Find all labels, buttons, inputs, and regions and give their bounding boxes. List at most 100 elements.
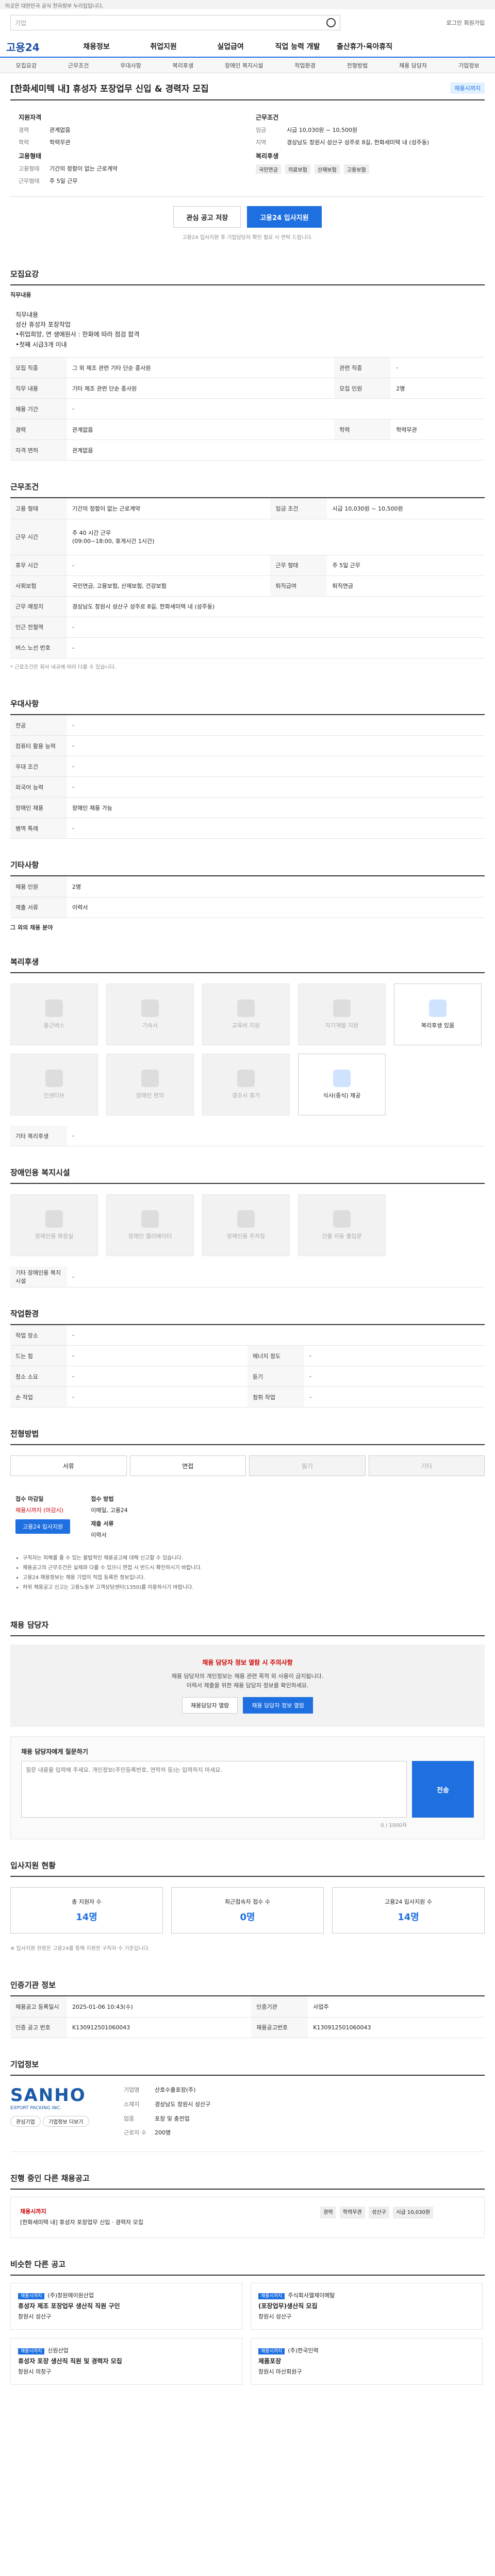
related-job[interactable]: 채용시까지 [한화세미텍 내] 휴성자 포장업무 신입 · 경력자 모집 경력 … [10, 2197, 485, 2238]
process-step: 기타 [368, 1455, 485, 1477]
cell-header: 듣기 [248, 1366, 304, 1387]
facility-label: 장애인용 주차장 [226, 1233, 266, 1240]
summary-heading: 지원자격 [19, 114, 42, 121]
site-logo[interactable]: 고용24 [6, 39, 63, 54]
table-row: 휴무 시간 - 근무 형태 주 5일 근무 [10, 555, 485, 576]
hrinfo-section: 인증기관 정보 채용공고 등록일시 2025-01-06 10:43(수) 인증기관… [10, 1979, 485, 2038]
stat-card: 고용24 입사지원 수 14명 [332, 1887, 485, 1934]
process-notes: 구직자는 피해를 줄 수 있는 불법적인 채용공고에 대해 신고할 수 있습니다… [10, 1547, 485, 1599]
apply-button[interactable]: 고용24 입사지원 [247, 206, 322, 228]
welfare-item: 기숙사 [106, 983, 194, 1045]
card-title[interactable]: 휴성자 제조 포장업무 생산직 직원 구인 [18, 2301, 235, 2312]
similar-job-card[interactable]: 채용시까지 (주)한국인력 제품포장 창원시 마산회원구 [251, 2338, 483, 2385]
info-label: 제출 서류 [91, 1520, 114, 1528]
door-icon [333, 1210, 351, 1228]
anchor-link[interactable]: 채용 담당자 [399, 61, 427, 70]
cell-header: 손 작업 [10, 1386, 67, 1408]
anchor-link[interactable]: 복리후생 [173, 61, 193, 70]
table-row: 경력 관계없음 학력 학력무관 [10, 419, 485, 440]
contact-view-button[interactable]: 채용담당자 열람 [182, 1697, 238, 1714]
scrap-button[interactable]: 관심 공고 저장 [173, 206, 241, 228]
cell-value: K130912501060043 [308, 2017, 485, 2038]
qa-textarea[interactable] [21, 1761, 407, 1818]
cell-value: - [67, 637, 485, 658]
anchor-link[interactable]: 근무조건 [68, 61, 89, 70]
disability-section: 장애인용 복지시설 장애인용 화장실 장애인 엘리베이터 장애인용 주차장 건물… [10, 1167, 485, 1287]
gnb-item[interactable]: 직업 능력 개발 [264, 41, 331, 52]
related-status: 채용시까지 [20, 2208, 46, 2215]
conditions-section: 근무조건 고용 형태 기간의 정함이 없는 근로계약 임금 조건 시급 10,030원… [10, 481, 485, 677]
job-titlebar: [한화세미텍 내] 휴성자 포장업무 신입 & 경력자 모집 채용시까지 [10, 73, 485, 100]
cell-header: 자격 면허 [10, 439, 67, 461]
company-employees: 200명 [155, 2129, 171, 2137]
cell-header: 장애인 채용 [10, 797, 67, 819]
list-item: 채용공고의 근무조건은 실제와 다를 수 있으니 면접 시 반드시 확인하시기 … [23, 1563, 472, 1573]
anchor-link[interactable]: 모집요강 [15, 61, 36, 70]
card-org: (주)창원에이원산업 [47, 2292, 94, 2299]
company-more-button[interactable]: 기업정보 더보기 [42, 2115, 89, 2127]
apply-button-secondary[interactable]: 고용24 입사지원 [15, 1519, 71, 1534]
search-placeholder: 기업 [15, 19, 27, 27]
status-badge: 채용시까지 [450, 82, 485, 94]
card-title[interactable]: 제품포장 [258, 2356, 475, 2367]
facility-label: 장애인 엘리베이터 [128, 1233, 172, 1240]
anchor-link[interactable]: 작업환경 [294, 61, 315, 70]
cell-header: 인증기관 [251, 1996, 308, 2018]
section-title: 입사지원 현황 [10, 1860, 485, 1877]
similar-job-card[interactable]: 채용시까지 주식회사엘제이메탈 (포장업무)생산직 모집 창원시 성산구 [251, 2282, 483, 2330]
card-location: 창원시 마산회원구 [258, 2368, 302, 2376]
cell-value: 주 40 시간 근무 (09:00~18:00, 휴게시간 1시간) [67, 519, 485, 555]
util-links[interactable]: 로그인 회원가입 [447, 19, 485, 27]
gnb-item[interactable]: 채용정보 [63, 41, 130, 52]
global-nav: 고용24 채용정보 취업지원 실업급여 직업 능력 개발 출산휴가·육아휴직 [0, 36, 495, 58]
cell-header: 채용공고번호 [251, 2017, 308, 2038]
summary-key: 임금 [256, 127, 267, 133]
list-item: 구직자는 피해를 줄 수 있는 불법적인 채용공고에 대해 신고할 수 있습니다… [23, 1553, 472, 1563]
recruit-table: 모집 직종 그 외 제조 관련 기타 단순 종사원 관련 직종 - 직무 내용 기타 제… [10, 357, 485, 461]
card-title[interactable]: (포장업무)생산직 모집 [258, 2301, 475, 2312]
card-title[interactable]: 휴성자 포장 생산직 직원 및 경력자 모집 [18, 2356, 235, 2367]
card-location: 창원시 의창구 [18, 2368, 52, 2376]
process-step: 면접 [129, 1455, 246, 1477]
elevator-icon [141, 1210, 159, 1228]
cell-value: - [67, 617, 485, 638]
qa-send-button[interactable]: 전송 [412, 1761, 474, 1818]
welfare-label: 식사(중식) 제공 [323, 1092, 361, 1099]
cell-value: 퇴직연금 [327, 575, 485, 597]
stat-label: 최근접속자 접수 수 [225, 1899, 270, 1906]
anchor-link[interactable]: 우대사항 [120, 61, 141, 70]
search-input[interactable]: 기업 [10, 15, 340, 30]
table-row: 근무 시간 주 40 시간 근무 (09:00~18:00, 휴게시간 1시간) [10, 519, 485, 555]
cell-header: 직무 내용 [10, 378, 67, 399]
favorite-company-button[interactable]: 관심기업 [10, 2115, 41, 2127]
cell-header: 작업 장소 [10, 1325, 67, 1346]
welfare-item: 자기계발 지원 [298, 983, 386, 1045]
summary-key: 학력 [19, 139, 29, 146]
welfare-icons: 통근버스 기숙사 교육비 지원 자기계발 지원 복리후생 있음 인센티브 장애인… [10, 973, 485, 1126]
action-row: 관심 공고 저장 고용24 입사지원 [10, 197, 485, 233]
stat-number: 14명 [398, 1912, 419, 1923]
cell-header: 청소 소요 [10, 1366, 67, 1387]
gnb-item[interactable]: 취업지원 [130, 41, 197, 52]
gnb-item[interactable]: 실업급여 [197, 41, 264, 52]
gnb-item[interactable]: 출산휴가·육아휴직 [331, 41, 398, 52]
anchor-link[interactable]: 장애인 복지시설 [225, 61, 263, 70]
similar-job-card[interactable]: 채용시까지 신원산업 휴성자 포장 생산직 직원 및 경력자 모집 창원시 의창구 [10, 2338, 242, 2385]
contact-info-button[interactable]: 채용 담당자 정보 열람 [243, 1697, 313, 1714]
card-org: 주식회사엘제이메탈 [288, 2292, 335, 2299]
stats-section: 입사지원 현황 총 지원자 수 14명 최근접속자 접수 수 0명 고용24 입사지… [10, 1860, 485, 1959]
welfare-chip: 의료보험 [285, 164, 310, 174]
anchor-link[interactable]: 전형방법 [347, 61, 368, 70]
company-industry: 포장 및 충전업 [155, 2115, 190, 2122]
related-title[interactable]: [한화세미텍 내] 휴성자 포장업무 신입 · 경력자 모집 [20, 2217, 320, 2228]
related-section: 진행 중인 다른 채용공고 채용시까지 [한화세미텍 내] 휴성자 포장업무 신… [10, 2173, 485, 2238]
similar-job-card[interactable]: 채용시까지 (주)창원에이원산업 휴성자 제조 포장업무 생산직 직원 구인 창원… [10, 2282, 242, 2330]
search-icon[interactable] [326, 18, 336, 27]
cell-value: 주 5일 근무 [327, 555, 485, 576]
table-row: 병역 특례 - [10, 818, 485, 839]
stat-card: 최근접속자 접수 수 0명 [171, 1887, 324, 1934]
contact-desc: 채용 담당자의 개인정보는 채용 관련 목적 외 사용이 금지됩니다. 이력서 … [171, 1673, 324, 1689]
table-row: 자격 면허 관계없음 [10, 439, 485, 461]
anchor-link[interactable]: 기업정보 [458, 61, 479, 70]
cell-header: 경력 [10, 419, 67, 440]
